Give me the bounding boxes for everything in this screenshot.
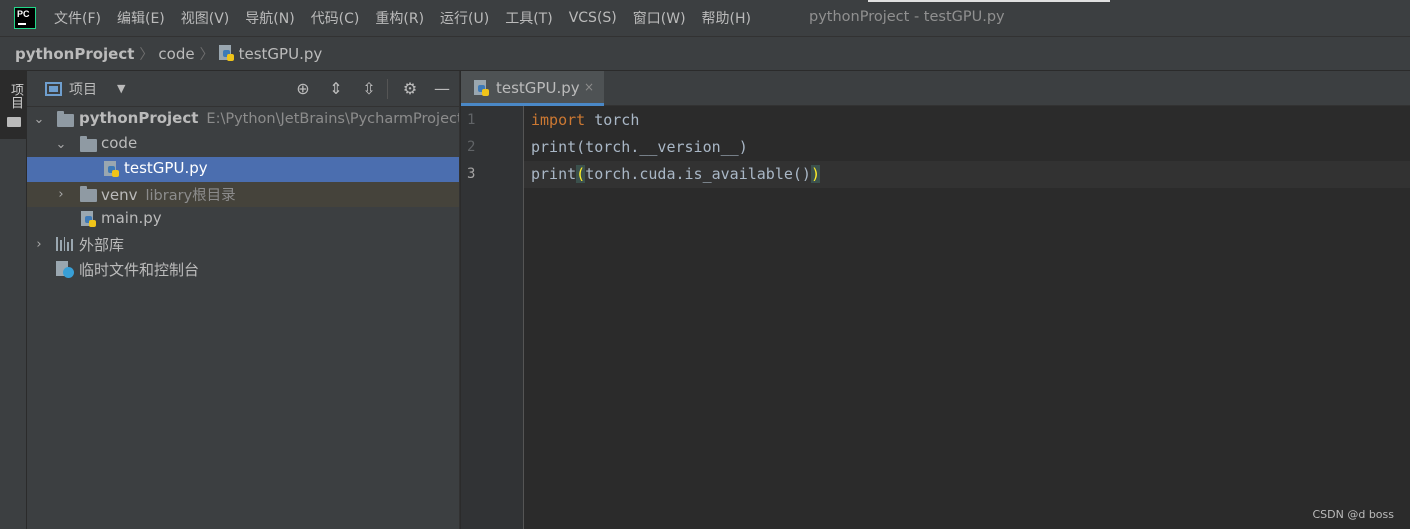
chevron-down-icon[interactable]: ⌄ <box>55 137 67 152</box>
expand-all-icon[interactable]: ⇕ <box>326 79 346 98</box>
root-project-path: E:\Python\JetBrains\PycharmProject\ <box>206 111 460 127</box>
editor-gutter: 1 2 3 <box>461 106 524 529</box>
matched-close-paren: ) <box>810 165 820 183</box>
folder-icon <box>80 136 97 152</box>
code-text: print(torch.__version__) <box>531 138 748 156</box>
tree-item-external-libraries[interactable]: › 外部库 <box>27 232 459 257</box>
library-icon <box>56 237 73 251</box>
tree-item-scratches[interactable]: 临时文件和控制台 <box>27 257 459 282</box>
breadcrumb-separator: 〉 <box>199 46 214 63</box>
tree-item-label: code <box>101 134 138 152</box>
breadcrumb-project[interactable]: pythonProject <box>15 45 134 63</box>
python-file-icon <box>104 161 119 178</box>
project-tool-label: 项目 <box>8 83 23 109</box>
header-divider <box>387 79 388 99</box>
editor-tab-testgpu[interactable]: testGPU.py × <box>461 71 604 106</box>
project-panel: 项目 ▼ ⊕ ⇕ ⇳ ⚙ — ⌄ pythonProject E:\Python\… <box>27 71 460 529</box>
chevron-right-icon[interactable]: › <box>55 187 67 202</box>
project-panel-header: 项目 ▼ ⊕ ⇕ ⇳ ⚙ — <box>27 71 459 107</box>
code-text: torch.cuda.is_available() <box>585 165 811 183</box>
collapse-all-icon[interactable]: ⇳ <box>359 79 379 98</box>
navigation-breadcrumb: pythonProject 〉 code 〉 testGPU.py <box>0 36 1410 71</box>
menu-help[interactable]: 帮助(H) <box>702 8 751 28</box>
menu-code[interactable]: 代码(C) <box>311 8 360 28</box>
gear-icon[interactable]: ⚙ <box>400 79 420 98</box>
matched-open-paren: ( <box>576 165 586 183</box>
project-panel-title[interactable]: 项目 <box>69 79 97 99</box>
python-file-icon <box>81 211 96 228</box>
python-file-icon <box>474 80 489 97</box>
menu-tools[interactable]: 工具(T) <box>505 8 552 28</box>
tree-item-label: main.py <box>101 209 162 227</box>
code-line-3[interactable]: print(torch.cuda.is_available()) <box>531 165 820 183</box>
chevron-down-icon[interactable]: ⌄ <box>33 112 45 127</box>
chevron-right-icon[interactable]: › <box>33 237 45 252</box>
menu-view[interactable]: 视图(V) <box>181 8 230 28</box>
breadcrumb-separator: 〉 <box>139 46 154 63</box>
tree-item-label: pythonProject E:\Python\JetBrains\Pycharm… <box>79 109 460 127</box>
code-text: print <box>531 165 577 183</box>
chevron-down-icon[interactable]: ▼ <box>117 82 125 95</box>
folder-icon <box>80 186 97 202</box>
menu-refactor[interactable]: 重构(R) <box>375 8 424 28</box>
code-line-2[interactable]: print(torch.__version__) <box>531 138 748 156</box>
code-editor[interactable]: import torch print(torch.__version__) pr… <box>524 106 1410 529</box>
root-project-name: pythonProject <box>79 109 199 127</box>
project-tool-window-tab[interactable]: 项目 <box>0 71 27 139</box>
watermark: CSDN @d boss <box>1312 508 1394 521</box>
line-number: 1 <box>467 112 476 128</box>
scratch-console-icon <box>56 261 74 279</box>
close-icon[interactable]: × <box>584 80 594 94</box>
python-file-icon <box>218 45 234 62</box>
breadcrumb-folder[interactable]: code <box>158 45 194 63</box>
line-number: 2 <box>467 139 476 155</box>
menu-edit[interactable]: 编辑(E) <box>117 8 165 28</box>
menu-vcs[interactable]: VCS(S) <box>569 10 617 26</box>
venv-note: library根目录 <box>145 188 236 204</box>
menu-navigate[interactable]: 导航(N) <box>245 8 294 28</box>
tree-item-label: testGPU.py <box>124 159 208 177</box>
pycharm-logo-icon: PC <box>14 7 36 29</box>
hide-panel-icon[interactable]: — <box>432 79 452 98</box>
venv-name: venv <box>101 186 138 204</box>
locate-file-icon[interactable]: ⊕ <box>293 79 313 98</box>
tree-item-label: 外部库 <box>79 236 125 254</box>
left-tool-stripe: 项目 <box>0 71 27 529</box>
editor-tab-bar: testGPU.py × <box>461 71 1410 106</box>
menu-run[interactable]: 运行(U) <box>440 8 489 28</box>
tree-item-root[interactable]: ⌄ pythonProject E:\Python\JetBrains\Pycha… <box>27 107 459 132</box>
code-text: torch <box>585 111 640 129</box>
line-number: 3 <box>467 166 476 182</box>
keyword-import: import <box>531 111 586 129</box>
tree-item-code[interactable]: ⌄ code <box>27 132 459 157</box>
folder-icon <box>57 111 74 127</box>
tree-item-venv[interactable]: › venv library根目录 <box>27 182 459 207</box>
title-accent-line <box>868 0 1110 2</box>
tree-item-main[interactable]: main.py <box>27 207 459 232</box>
menu-window[interactable]: 窗口(W) <box>633 8 686 28</box>
menu-file[interactable]: 文件(F) <box>54 8 101 28</box>
code-line-1[interactable]: import torch <box>531 111 639 129</box>
project-view-icon <box>45 81 62 96</box>
tree-item-testgpu[interactable]: testGPU.py <box>27 157 459 182</box>
project-tree: ⌄ pythonProject E:\Python\JetBrains\Pycha… <box>27 107 459 282</box>
tree-item-label: 临时文件和控制台 <box>79 261 200 279</box>
window-title: pythonProject - testGPU.py <box>809 9 1005 25</box>
menu-bar: PC 文件(F) 编辑(E) 视图(V) 导航(N) 代码(C) 重构(R) 运… <box>0 0 1410 36</box>
folder-icon <box>7 117 21 127</box>
editor-tab-label: testGPU.py <box>496 79 580 97</box>
tree-item-label: venv library根目录 <box>101 184 236 205</box>
breadcrumb-file[interactable]: testGPU.py <box>239 45 323 63</box>
